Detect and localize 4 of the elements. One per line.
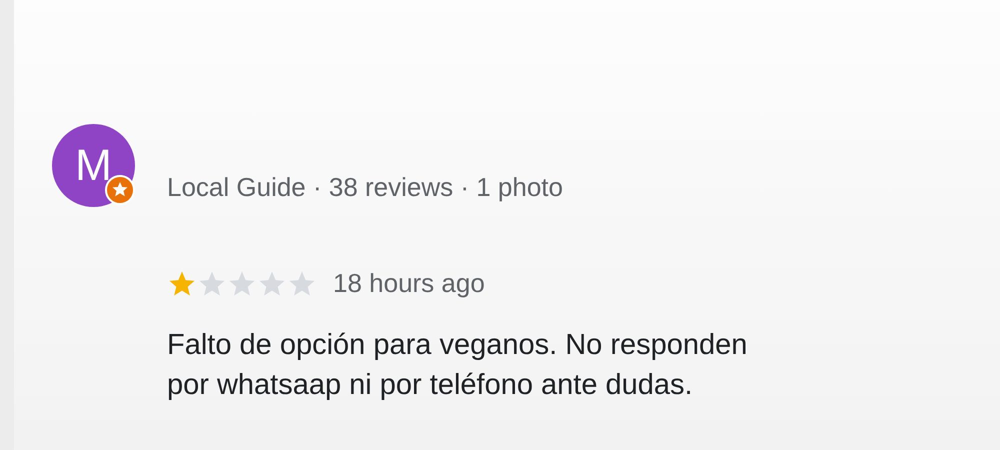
- review-time: 18 hours ago: [333, 267, 485, 300]
- reviewer-stats: Local Guide · 38 reviews · 1 photo: [167, 171, 564, 204]
- avatar: M: [52, 124, 135, 207]
- review-text: Falto de opción para veganos. No responden por whatsaap ni por teléfono ante dudas.: [167, 328, 748, 403]
